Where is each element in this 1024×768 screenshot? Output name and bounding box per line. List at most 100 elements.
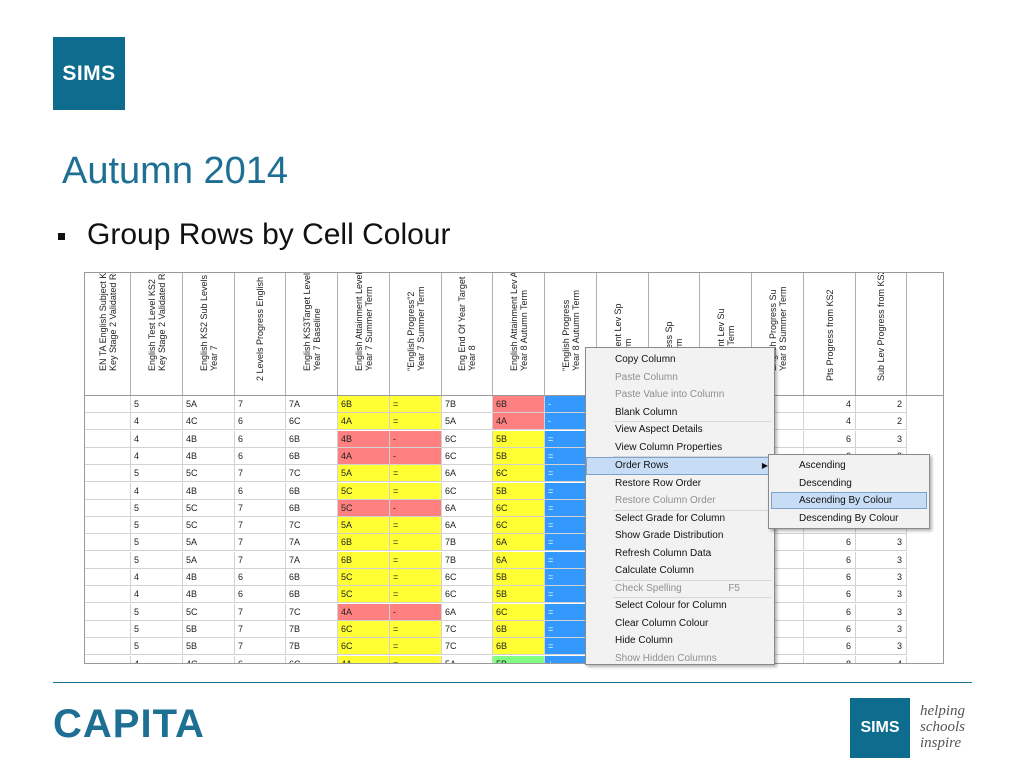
table-cell[interactable]: 7: [235, 620, 286, 638]
table-cell[interactable]: 5C: [338, 482, 390, 500]
table-row[interactable]: 4 4C 6 6C 4A = 5A 5B +8 4: [85, 655, 943, 663]
table-row[interactable]: 5 5A 7 7A 6B = 7B 6B -4 2: [85, 396, 943, 413]
table-cell[interactable]: 6A: [493, 551, 545, 569]
table-cell[interactable]: 6C: [286, 655, 338, 663]
column-header[interactable]: English Test Level KS2 Key Stage 2 Valid…: [131, 273, 183, 395]
table-cell[interactable]: 5B: [493, 569, 545, 586]
table-cell[interactable]: 6C: [442, 430, 493, 448]
table-cell[interactable]: 5: [131, 638, 183, 656]
submenu-item-descending-by-colour[interactable]: Descending By Colour: [771, 510, 927, 527]
table-cell[interactable]: 4B: [183, 569, 235, 586]
table-cell[interactable]: =: [390, 586, 442, 604]
table-cell[interactable]: 5C: [183, 517, 235, 535]
menu-item-show-grade-distribution[interactable]: Show Grade Distribution: [586, 527, 774, 545]
table-cell[interactable]: 5C: [183, 465, 235, 483]
table-cell[interactable]: 7B: [442, 551, 493, 569]
table-cell[interactable]: 6C: [493, 603, 545, 621]
table-cell[interactable]: 5: [131, 465, 183, 483]
table-cell[interactable]: 6: [804, 603, 856, 621]
table-cell[interactable]: 6B: [286, 447, 338, 465]
table-cell[interactable]: [85, 413, 131, 431]
submenu-item-ascending[interactable]: Ascending: [771, 457, 927, 474]
table-cell[interactable]: [85, 517, 131, 535]
table-cell[interactable]: 6: [235, 413, 286, 431]
table-cell[interactable]: 3: [856, 638, 907, 656]
submenu-item-ascending-by-colour[interactable]: Ascending By Colour: [771, 492, 927, 509]
table-cell[interactable]: 6B: [493, 396, 545, 413]
table-cell[interactable]: 7C: [286, 517, 338, 535]
table-cell[interactable]: 3: [856, 620, 907, 638]
menu-item-clear-column-colour[interactable]: Clear Column Colour: [586, 615, 774, 633]
table-cell[interactable]: 4: [131, 569, 183, 586]
table-cell[interactable]: 5C: [183, 603, 235, 621]
menu-item-paste-column[interactable]: Paste Column: [586, 369, 774, 387]
table-cell[interactable]: 6: [235, 447, 286, 465]
table-cell[interactable]: 2: [856, 396, 907, 413]
column-header[interactable]: EN TA English Subject KS2 Key Stage 2 Va…: [85, 273, 131, 395]
menu-item-select-grade-for-column[interactable]: Select Grade for Column: [586, 510, 774, 528]
table-cell[interactable]: =: [390, 569, 442, 586]
table-cell[interactable]: =: [390, 534, 442, 552]
table-cell[interactable]: -: [390, 430, 442, 448]
table-cell[interactable]: 6C: [338, 638, 390, 656]
table-cell[interactable]: 3: [856, 534, 907, 552]
table-cell[interactable]: 6A: [442, 517, 493, 535]
column-header[interactable]: "English Progress"2 Year 7 Summer Term: [390, 273, 442, 395]
menu-item-show-hidden-columns[interactable]: Show Hidden Columns: [586, 650, 774, 665]
column-header[interactable]: English Attainment Level Year 7 Summer T…: [338, 273, 390, 395]
table-cell[interactable]: 6B: [286, 586, 338, 604]
table-cell[interactable]: [85, 586, 131, 604]
table-cell[interactable]: 6: [804, 638, 856, 656]
table-cell[interactable]: 7A: [286, 396, 338, 413]
table-cell[interactable]: 4: [131, 413, 183, 431]
table-cell[interactable]: 5: [131, 534, 183, 552]
table-cell[interactable]: 6A: [493, 534, 545, 552]
table-cell[interactable]: [85, 620, 131, 638]
table-cell[interactable]: 7: [235, 638, 286, 656]
table-cell[interactable]: 6C: [442, 569, 493, 586]
table-cell[interactable]: [85, 430, 131, 448]
menu-item-restore-row-order[interactable]: Restore Row Order: [586, 475, 774, 493]
table-cell[interactable]: 4: [804, 413, 856, 431]
table-cell[interactable]: 3: [856, 551, 907, 569]
table-cell[interactable]: 7B: [442, 396, 493, 413]
table-cell[interactable]: 5A: [183, 396, 235, 413]
menu-item-blank-column[interactable]: Blank Column: [586, 404, 774, 422]
table-row[interactable]: 4 4B 6 6B 4B -6C 5B = 6 3: [85, 430, 943, 448]
table-cell[interactable]: 6B: [338, 534, 390, 552]
table-cell[interactable]: 4: [804, 396, 856, 413]
table-row[interactable]: 5 5B 7 7B 6C = 7C 6B = 6 3: [85, 638, 943, 656]
table-cell[interactable]: 5: [131, 620, 183, 638]
table-cell[interactable]: 6C: [493, 499, 545, 517]
menu-item-check-spelling[interactable]: Check Spelling F5: [586, 580, 774, 598]
table-cell[interactable]: 5B: [493, 482, 545, 500]
table-cell[interactable]: 6B: [286, 482, 338, 500]
table-cell[interactable]: 4B: [183, 447, 235, 465]
table-cell[interactable]: 7: [235, 499, 286, 517]
table-cell[interactable]: 8: [804, 655, 856, 663]
table-cell[interactable]: 5C: [183, 499, 235, 517]
table-cell[interactable]: 4A: [338, 603, 390, 621]
table-cell[interactable]: 5: [131, 396, 183, 413]
table-cell[interactable]: 5B: [493, 430, 545, 448]
table-cell[interactable]: 4A: [338, 413, 390, 431]
table-cell[interactable]: [85, 603, 131, 621]
table-cell[interactable]: 6: [235, 430, 286, 448]
table-cell[interactable]: 5: [131, 517, 183, 535]
table-cell[interactable]: 4B: [183, 482, 235, 500]
table-cell[interactable]: [85, 499, 131, 517]
table-cell[interactable]: 5: [131, 551, 183, 569]
table-cell[interactable]: 4A: [338, 655, 390, 663]
table-cell[interactable]: 4: [131, 482, 183, 500]
table-cell[interactable]: 5C: [338, 569, 390, 586]
table-row[interactable]: 5 5A 7 7A 6B = 7B 6A = 6 3: [85, 551, 943, 569]
table-cell[interactable]: 6B: [338, 551, 390, 569]
table-cell[interactable]: 4A: [493, 413, 545, 431]
table-cell[interactable]: =: [390, 482, 442, 500]
table-cell[interactable]: 4C: [183, 655, 235, 663]
table-cell[interactable]: 7: [235, 534, 286, 552]
table-cell[interactable]: 4B: [338, 430, 390, 448]
table-cell[interactable]: 7C: [442, 638, 493, 656]
table-cell[interactable]: 6C: [493, 517, 545, 535]
menu-item-hide-column[interactable]: Hide Column: [586, 632, 774, 650]
